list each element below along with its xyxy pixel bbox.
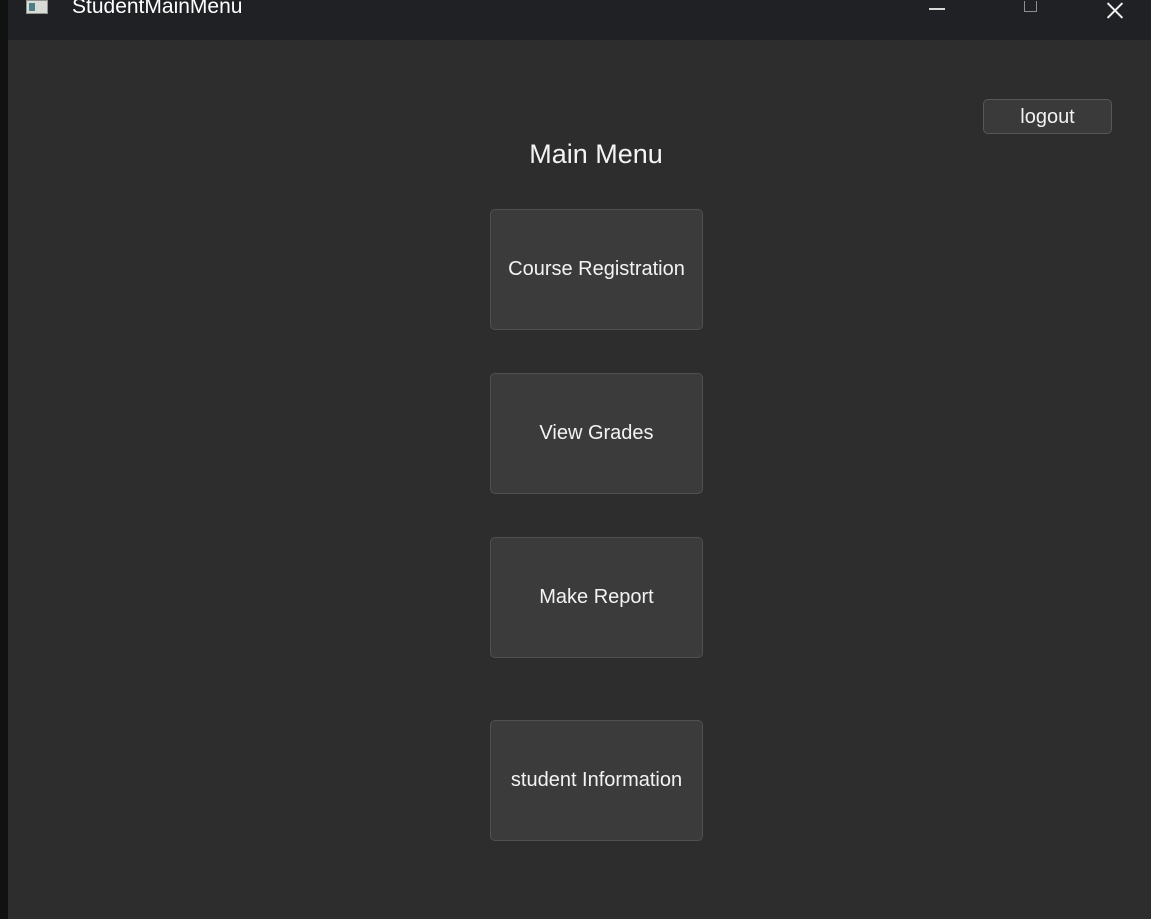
view-grades-button[interactable]: View Grades [490, 373, 703, 494]
app-window-icon [26, 0, 48, 14]
window-left-edge [0, 0, 8, 919]
course-registration-button[interactable]: Course Registration [490, 209, 703, 330]
maximize-button[interactable] [1008, 0, 1052, 30]
student-information-button[interactable]: student Information [490, 720, 703, 841]
minimize-button[interactable] [917, 0, 961, 30]
student-main-menu-window: StudentMainMenu logout Main Menu Course … [0, 0, 1151, 919]
minimize-icon [929, 8, 945, 10]
close-icon [1105, 0, 1125, 20]
window-title: StudentMainMenu [72, 0, 243, 18]
make-report-button[interactable]: Make Report [490, 537, 703, 658]
title-bar[interactable]: StudentMainMenu [8, 0, 1151, 40]
close-button[interactable] [1092, 0, 1136, 30]
screen: StudentMainMenu logout Main Menu Course … [0, 0, 1151, 919]
page-title: Main Menu [529, 139, 663, 169]
maximize-icon [1024, 1, 1037, 12]
logout-button[interactable]: logout [983, 99, 1112, 134]
